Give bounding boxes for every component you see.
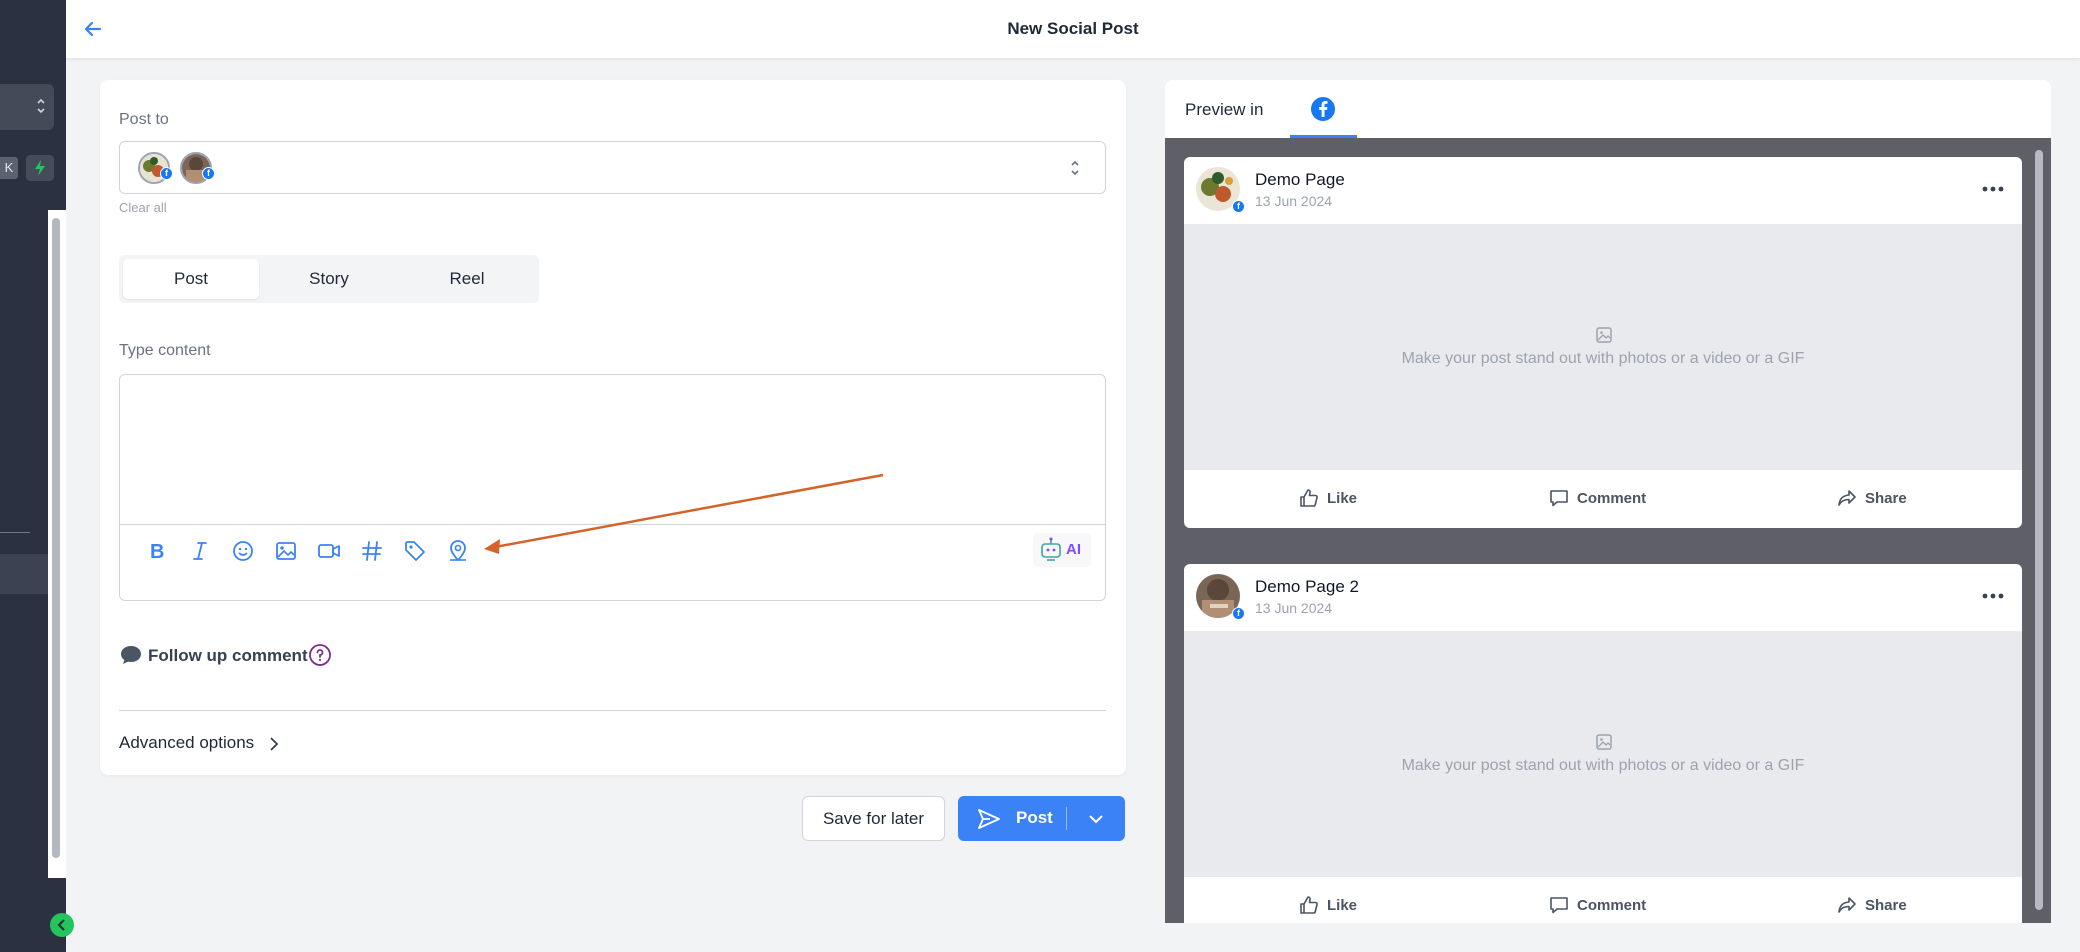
help-icon[interactable] <box>308 643 332 667</box>
tab-reel[interactable]: Reel <box>399 259 535 299</box>
clear-all-link[interactable]: Clear all <box>119 200 167 215</box>
thumbs-up-icon <box>1300 896 1318 914</box>
post-actions: Like Comment Share <box>1184 470 2022 528</box>
page-header: New Social Post <box>66 0 2080 59</box>
collapse-sidebar-button[interactable] <box>50 913 74 937</box>
emoji-icon[interactable] <box>230 538 256 564</box>
more-options-icon[interactable] <box>1982 586 2004 604</box>
facebook-badge-icon: f <box>1232 607 1245 620</box>
comment-icon <box>1550 490 1568 507</box>
shortcut-key: K <box>0 157 18 179</box>
image-icon <box>1595 326 1613 349</box>
facebook-badge-icon: f <box>202 167 215 180</box>
content-label: Type content <box>119 342 211 359</box>
image-icon[interactable] <box>273 538 299 564</box>
workspace-selector[interactable] <box>0 84 54 130</box>
page-title: New Social Post <box>1007 19 1139 38</box>
sidebar-scrollbar[interactable] <box>52 218 60 858</box>
tab-facebook-preview[interactable] <box>1290 80 1357 138</box>
video-icon[interactable] <box>316 538 342 564</box>
section-divider <box>119 710 1106 711</box>
speech-bubble-icon <box>121 646 141 664</box>
preview-scrollbar[interactable] <box>2035 150 2043 910</box>
post-to-label: Post to <box>119 111 169 128</box>
comment-label: Comment <box>1577 490 1647 507</box>
post-date: 13 Jun 2024 <box>1255 193 1333 209</box>
comment-label: Comment <box>1577 897 1647 914</box>
thumbs-up-icon <box>1300 489 1318 507</box>
media-placeholder-text: Make your post stand out with photos or … <box>1401 350 1805 367</box>
share-icon <box>1838 897 1856 913</box>
chevron-updown-icon <box>1069 157 1081 184</box>
media-placeholder: Make your post stand out with photos or … <box>1184 224 2022 470</box>
more-options-icon[interactable] <box>1982 179 2004 197</box>
ai-assist-button[interactable]: AI <box>1033 533 1091 567</box>
like-label: Like <box>1327 897 1358 914</box>
chevron-right-icon <box>265 734 283 759</box>
bold-icon[interactable]: B <box>144 538 170 564</box>
content-textarea[interactable] <box>120 375 1105 525</box>
media-placeholder-text: Make your post stand out with photos or … <box>1401 757 1805 774</box>
follow-up-label: Follow up comment <box>148 646 308 665</box>
post-type-tabs: Post Story Reel <box>119 255 539 303</box>
ai-label: AI <box>1066 541 1081 558</box>
facebook-icon <box>1311 97 1335 121</box>
robot-icon <box>1041 537 1061 561</box>
page-name: Demo Page 2 <box>1255 577 1359 596</box>
tab-post[interactable]: Post <box>123 259 259 299</box>
advanced-options-toggle[interactable]: Advanced options <box>119 733 254 753</box>
comment-icon <box>1550 897 1568 914</box>
image-icon <box>1595 733 1613 756</box>
updown-icon <box>36 96 46 117</box>
send-icon <box>978 809 1000 829</box>
post-date: 13 Jun 2024 <box>1255 600 1333 616</box>
location-icon[interactable] <box>445 538 471 564</box>
facebook-badge-icon: f <box>160 167 173 180</box>
media-placeholder: Make your post stand out with photos or … <box>1184 631 2022 877</box>
share-icon <box>1838 490 1856 506</box>
preview-header: Preview in <box>1165 80 2051 138</box>
facebook-post-preview: f Demo Page 2 13 Jun 2024 Make your post… <box>1184 564 2022 923</box>
facebook-badge-icon: f <box>1232 200 1245 213</box>
share-label: Share <box>1865 897 1907 914</box>
post-button[interactable]: Post <box>958 796 1125 841</box>
svg-text:B: B <box>150 541 164 563</box>
composer-card: Post to f f Clear all Post Story Reel Ty… <box>100 80 1126 775</box>
account-selector[interactable]: f f <box>119 141 1106 194</box>
tab-story[interactable]: Story <box>261 259 397 299</box>
post-button-label: Post <box>1016 808 1053 827</box>
chevron-down-icon[interactable] <box>1085 808 1107 830</box>
app-sidebar: K <box>0 0 74 952</box>
button-separator <box>1066 807 1067 830</box>
page-name: Demo Page <box>1255 170 1345 189</box>
hashtag-icon[interactable] <box>359 538 385 564</box>
preview-label: Preview in <box>1185 100 1264 119</box>
quick-action-button[interactable] <box>26 155 54 181</box>
facebook-post-preview: f Demo Page 13 Jun 2024 Make your post s… <box>1184 157 2022 528</box>
content-editor: B AI <box>119 374 1106 601</box>
sidebar-active-item[interactable] <box>0 554 48 594</box>
sidebar-divider <box>0 532 30 533</box>
italic-icon[interactable] <box>187 538 213 564</box>
share-label: Share <box>1865 490 1907 507</box>
preview-body: f Demo Page 13 Jun 2024 Make your post s… <box>1165 138 2051 923</box>
save-for-later-button[interactable]: Save for later <box>802 796 945 841</box>
post-actions: Like Comment Share <box>1184 877 2022 923</box>
tag-icon[interactable] <box>402 538 428 564</box>
like-label: Like <box>1327 490 1358 507</box>
preview-panel: Preview in f Demo Page 13 Jun 2024 Make … <box>1165 80 2051 923</box>
